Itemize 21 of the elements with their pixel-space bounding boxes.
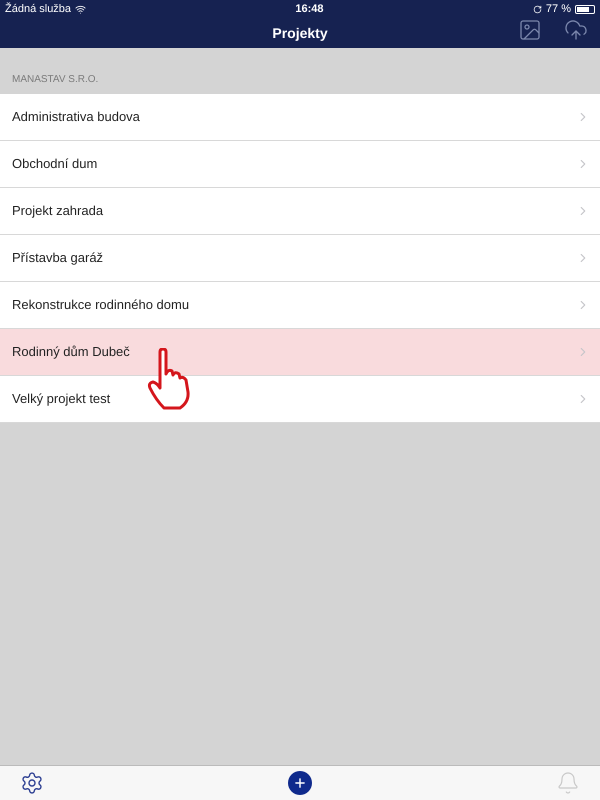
wifi-icon bbox=[75, 4, 86, 14]
project-name: Administrativa budova bbox=[12, 108, 141, 126]
plus-icon bbox=[293, 776, 307, 790]
project-name: Rodinný dům Dubeč bbox=[12, 343, 131, 362]
project-name: Projekt zahrada bbox=[12, 202, 104, 220]
project-name: Rekonstrukce rodinného domu bbox=[12, 296, 190, 314]
rotation-lock-icon bbox=[532, 4, 542, 14]
project-name: Velký projekt test bbox=[12, 390, 112, 408]
project-row[interactable]: Rodinný dům Dubeč bbox=[0, 329, 600, 376]
gallery-icon[interactable] bbox=[518, 18, 542, 42]
page-title: Projekty bbox=[272, 24, 328, 43]
carrier-label: Žádná služba bbox=[5, 1, 72, 17]
cloud-upload-icon[interactable] bbox=[564, 18, 588, 42]
add-button[interactable] bbox=[288, 771, 312, 795]
battery-icon bbox=[574, 4, 595, 14]
battery-percent: 77 % bbox=[546, 2, 571, 17]
clock: 16:48 bbox=[295, 2, 324, 17]
project-name: Přístavba garáž bbox=[12, 249, 104, 268]
section-header: MANASTAV S.R.O. bbox=[12, 73, 98, 87]
project-name: Obchodní dum bbox=[12, 155, 98, 174]
settings-icon[interactable] bbox=[20, 771, 44, 795]
